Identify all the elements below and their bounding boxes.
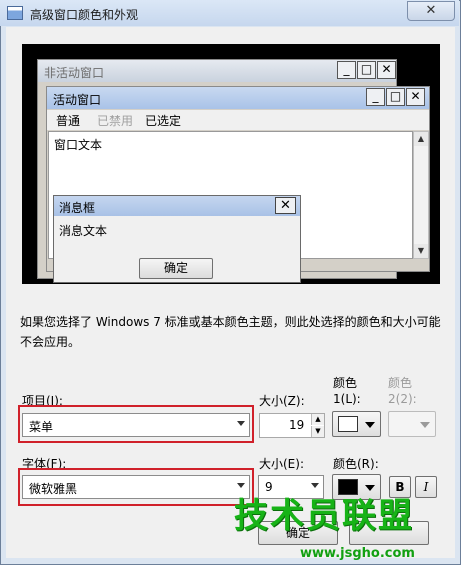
dialog-title: 高级窗口颜色和外观	[30, 8, 139, 22]
preview-ok-button[interactable]: 确定	[139, 258, 213, 279]
item-size-value: 19	[289, 418, 305, 432]
watermark-logo: 技术员联盟	[234, 496, 414, 536]
color1-swatch	[338, 416, 358, 432]
chevron-down-icon	[365, 422, 375, 428]
preview-active-title: 活动窗口	[53, 93, 102, 107]
color2-button[interactable]	[388, 411, 436, 437]
close-icon: ✕	[410, 89, 421, 103]
close-icon: ✕	[381, 62, 392, 76]
preview-active-close-button: ✕	[406, 88, 425, 106]
maximize-icon: □	[389, 89, 402, 103]
preview-menu-selected[interactable]: 已选定	[145, 112, 181, 129]
color1-label-line2: 1(L):	[333, 392, 361, 406]
preview-inactive-title: 非活动窗口	[44, 66, 105, 80]
preview-message-text: 消息文本	[59, 224, 108, 238]
window-icon	[7, 6, 23, 20]
item-select-value: 菜单	[29, 420, 54, 434]
scroll-up-icon: ▲	[414, 132, 428, 146]
preview-message-box-close-button: ✕	[275, 197, 296, 214]
color2-label-line1: 颜色	[388, 376, 413, 390]
preview-inactive-maximize-button: □	[357, 61, 376, 79]
font-size-label: 大小(E):	[259, 457, 304, 471]
close-icon: ✕	[280, 198, 291, 213]
spin-up-icon[interactable]: ▲	[311, 414, 324, 425]
close-icon: ✕	[425, 3, 437, 18]
spin-down-icon[interactable]: ▼	[311, 426, 324, 437]
dialog-close-button[interactable]: ✕	[407, 1, 455, 21]
chevron-down-icon	[420, 422, 430, 428]
preview-window-text: 窗口文本	[54, 138, 103, 152]
watermark-url: www.jsgho.com	[300, 546, 415, 561]
preview-menu-normal[interactable]: 普通	[56, 112, 80, 129]
scroll-down-icon: ▼	[414, 244, 428, 258]
preview-message-box-title: 消息框	[59, 201, 96, 215]
maximize-icon: □	[360, 62, 373, 76]
italic-button[interactable]: I	[415, 476, 437, 498]
font-color-label: 颜色(R):	[333, 457, 379, 471]
preview-inactive-minimize-button: _	[337, 61, 356, 79]
item-select[interactable]: 菜单	[22, 413, 250, 437]
minimize-icon: _	[372, 89, 379, 103]
preview-active-minimize-button: _	[366, 88, 385, 106]
font-select-value: 微软雅黑	[29, 482, 78, 496]
preview-scrollbar[interactable]: ▲ ▼	[413, 131, 429, 259]
item-size-label: 大小(Z):	[259, 394, 305, 408]
color2-label-line2: 2(2):	[388, 392, 417, 406]
preview-menu-disabled[interactable]: 已禁用	[97, 112, 133, 129]
theme-notice-text: 如果您选择了 Windows 7 标准或基本颜色主题，则此处选择的颜色和大小可能…	[20, 315, 441, 349]
color1-button[interactable]	[332, 411, 381, 437]
color1-label-line1: 颜色	[333, 376, 358, 390]
font-select[interactable]: 微软雅黑	[22, 475, 250, 499]
chevron-down-icon	[237, 421, 245, 426]
preview-active-maximize-button: □	[386, 88, 405, 106]
minimize-icon: _	[343, 62, 350, 76]
preview-inactive-close-button: ✕	[377, 61, 396, 79]
